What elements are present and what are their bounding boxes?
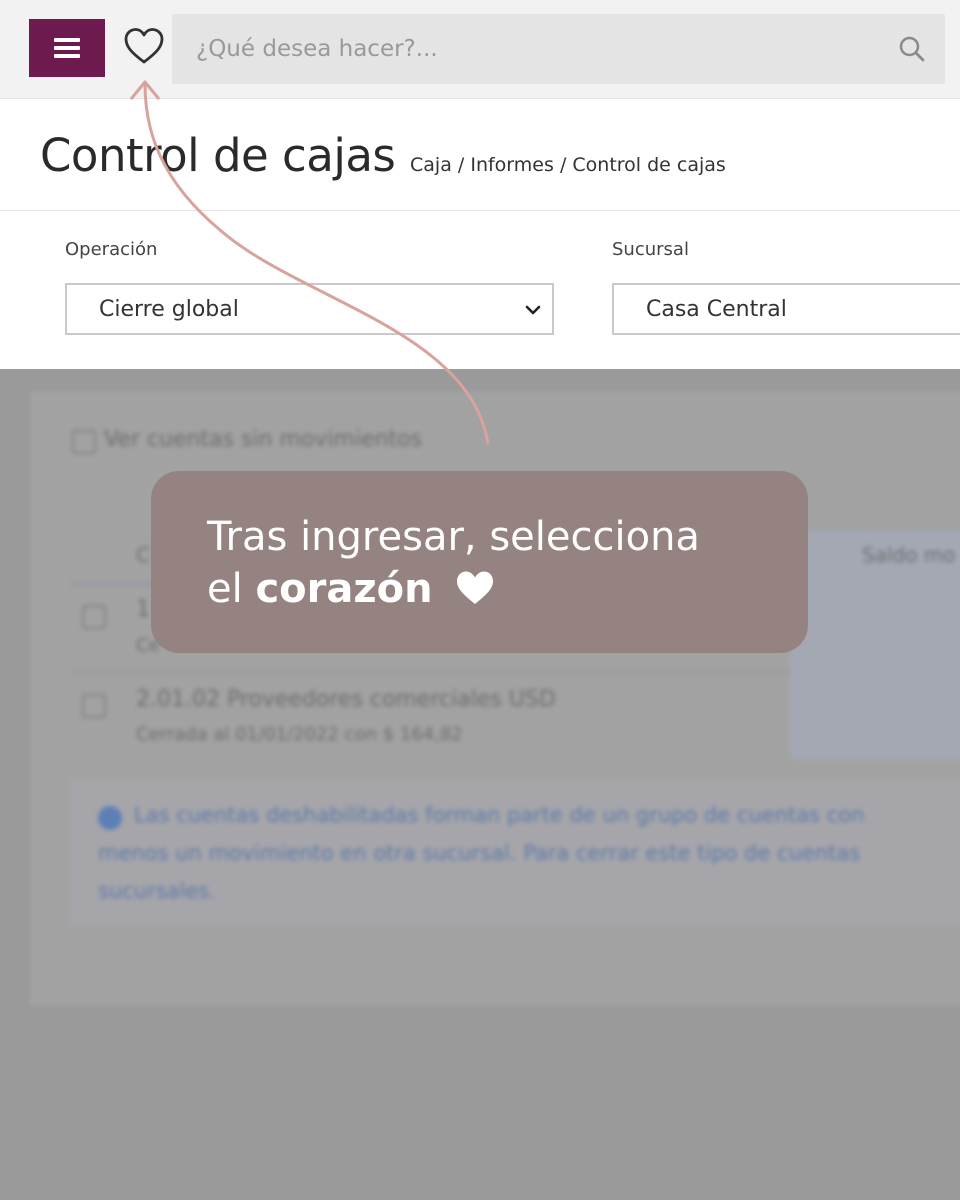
sucursal-select-value: Casa Central [646, 297, 787, 322]
page-header: Control de cajas Caja / Informes / Contr… [0, 99, 960, 211]
breadcrumb-separator: / [559, 154, 567, 176]
row-divider [70, 672, 790, 673]
info-text-line: sucursales. [98, 879, 216, 903]
callout-line1: Tras ingresar, selecciona [207, 514, 700, 560]
chevron-down-icon [525, 305, 541, 315]
callout-line2-prefix: el [207, 566, 243, 612]
column-header: C [136, 543, 150, 567]
callout-text: Tras ingresar, selecciona el corazón [207, 511, 787, 615]
sucursal-label: Sucursal [612, 239, 689, 260]
favorites-button[interactable] [122, 26, 166, 66]
search-input[interactable] [196, 14, 876, 84]
filters-panel: Operación Cierre global Sucursal Casa Ce… [0, 211, 960, 369]
callout-line2-bold: corazón [255, 566, 433, 612]
breadcrumb-separator: / [457, 154, 465, 176]
menu-button[interactable] [29, 19, 105, 77]
heart-outline-icon [124, 28, 164, 64]
row-title: 2.01.02 Proveedores comerciales USD [136, 687, 556, 712]
checkbox[interactable] [72, 430, 96, 454]
column-header-saldo: Saldo mo [862, 543, 956, 567]
row-subtitle: Cerrada al 01/01/2022 con $ 164,82 [136, 724, 463, 745]
page-title: Control de cajas [40, 129, 396, 182]
search-bar [172, 14, 945, 84]
top-bar [0, 0, 960, 99]
operacion-select-value: Cierre global [99, 297, 239, 322]
operacion-label: Operación [65, 239, 158, 260]
checkbox-label: Ver cuentas sin movimientos [104, 427, 423, 452]
breadcrumb-item-control-de-cajas: Control de cajas [572, 154, 726, 176]
search-icon[interactable] [897, 34, 927, 64]
breadcrumb-item-caja[interactable]: Caja [410, 154, 452, 176]
info-box: Las cuentas deshabilitadas forman parte … [70, 779, 960, 925]
tutorial-callout: Tras ingresar, selecciona el corazón [151, 471, 808, 653]
breadcrumb-item-informes[interactable]: Informes [470, 154, 554, 176]
operacion-select[interactable]: Cierre global [65, 283, 554, 335]
row-checkbox[interactable] [82, 694, 106, 718]
info-icon [98, 806, 122, 830]
breadcrumb: Caja / Informes / Control de cajas [410, 154, 726, 176]
row-checkbox[interactable] [82, 605, 106, 629]
row-title: 1 [136, 597, 150, 622]
hamburger-menu-icon [54, 38, 80, 58]
info-text-line: menos un movimiento en otra sucursal. Pa… [98, 841, 861, 865]
sucursal-select[interactable]: Casa Central [612, 283, 960, 335]
heart-filled-icon [457, 571, 494, 604]
info-text-line: Las cuentas deshabilitadas forman parte … [134, 803, 865, 827]
